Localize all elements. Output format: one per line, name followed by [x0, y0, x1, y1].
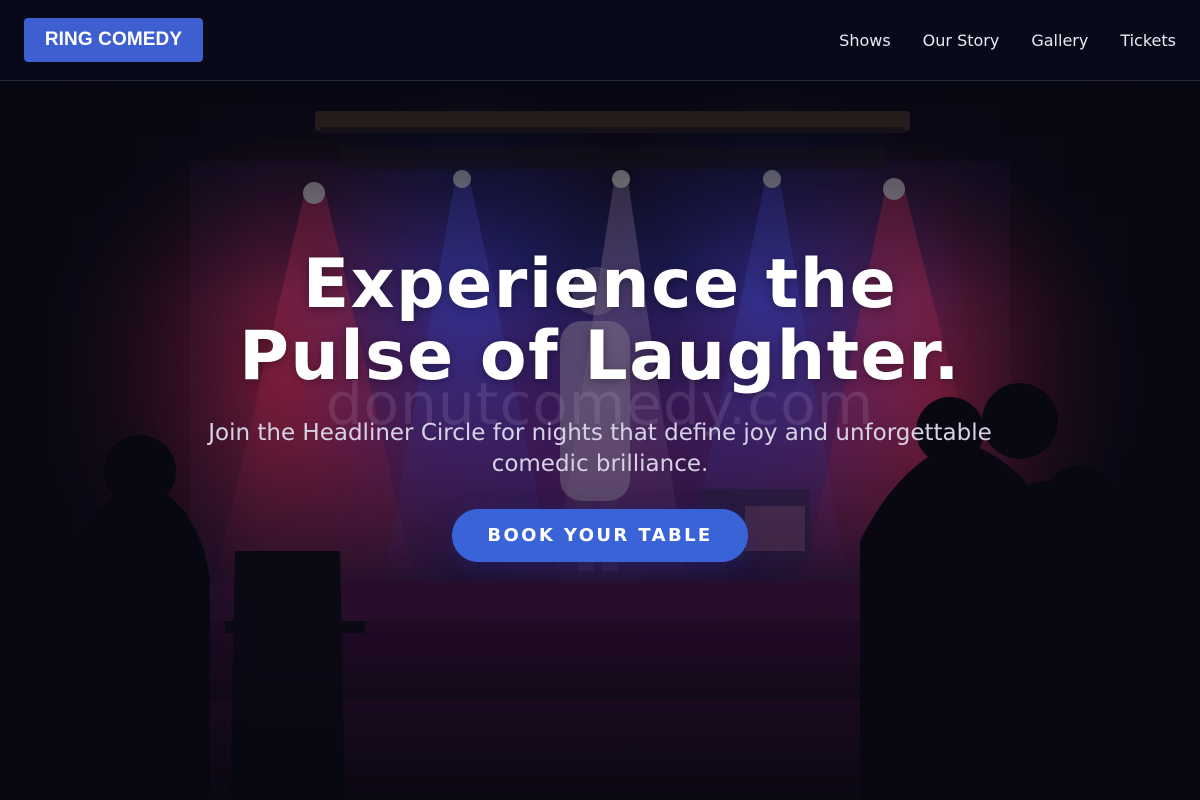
main-nav: Shows Our Story Gallery Tickets — [839, 0, 1176, 80]
hero-headline: Experience the Pulse of Laughter. — [0, 249, 1200, 393]
subtitle-line-2: comedic brilliance. — [491, 451, 709, 477]
nav-link-shows[interactable]: Shows — [839, 31, 891, 50]
headline-line-2: Pulse of Laughter. — [239, 317, 961, 396]
headline-line-1: Experience the — [302, 245, 898, 324]
subtitle-line-1: Join the Headliner Circle for nights tha… — [208, 420, 992, 446]
brand-logo-button[interactable]: RING COMEDY — [24, 18, 203, 62]
nav-link-tickets[interactable]: Tickets — [1120, 31, 1176, 50]
nav-link-gallery[interactable]: Gallery — [1031, 31, 1088, 50]
hero-section: donutcomedy.com Experience the Pulse of … — [0, 81, 1200, 800]
site-header: RING COMEDY Shows Our Story Gallery Tick… — [0, 0, 1200, 81]
nav-link-our-story[interactable]: Our Story — [923, 31, 1000, 50]
book-your-table-button[interactable]: BOOK YOUR TABLE — [452, 509, 748, 562]
hero-subtitle: Join the Headliner Circle for nights tha… — [180, 418, 1020, 480]
